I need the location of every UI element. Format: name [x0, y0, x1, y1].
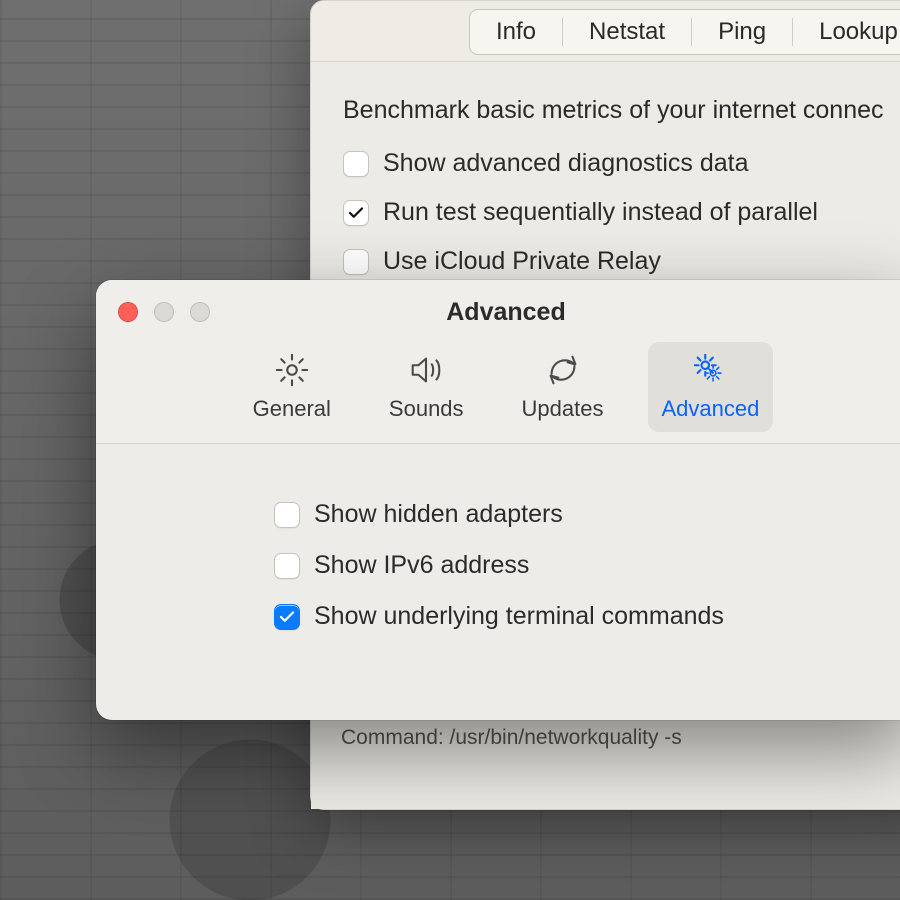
- option-ipv6-address[interactable]: Show IPv6 address: [274, 551, 900, 580]
- option-label: Show advanced diagnostics data: [383, 149, 749, 178]
- toolbar-general[interactable]: General: [239, 342, 345, 432]
- section-heading: Benchmark basic metrics of your internet…: [343, 96, 900, 125]
- speaker-icon: [406, 350, 446, 390]
- tab-ping[interactable]: Ping: [692, 10, 792, 54]
- checkbox[interactable]: [343, 249, 369, 275]
- refresh-icon: [543, 350, 583, 390]
- toolbar-label: General: [253, 396, 331, 422]
- option-hidden-adapters[interactable]: Show hidden adapters: [274, 500, 900, 529]
- checkbox[interactable]: [343, 200, 369, 226]
- tab-lookup[interactable]: Lookup: [793, 10, 900, 54]
- checkbox[interactable]: [343, 151, 369, 177]
- tab-bar: Info Netstat Ping Lookup: [469, 9, 900, 55]
- preferences-window: Advanced General Sounds Updates: [96, 280, 900, 720]
- gears-icon: [690, 350, 730, 390]
- option-label: Show underlying terminal commands: [314, 602, 724, 631]
- toolbar-advanced[interactable]: Advanced: [648, 342, 774, 432]
- option-label: Show IPv6 address: [314, 551, 529, 580]
- option-label: Run test sequentially instead of paralle…: [383, 198, 818, 227]
- toolbar-label: Updates: [522, 396, 604, 422]
- checkbox[interactable]: [274, 604, 300, 630]
- option-label: Use iCloud Private Relay: [383, 247, 661, 276]
- command-footer: Command: /usr/bin/networkquality -s: [341, 726, 900, 750]
- gear-icon: [272, 350, 312, 390]
- option-run-sequentially[interactable]: Run test sequentially instead of paralle…: [343, 198, 900, 227]
- toolbar-label: Sounds: [389, 396, 464, 422]
- checkbox[interactable]: [274, 553, 300, 579]
- option-label: Show hidden adapters: [314, 500, 563, 529]
- checkbox[interactable]: [274, 502, 300, 528]
- preferences-body: Show hidden adapters Show IPv6 address S…: [96, 444, 900, 631]
- option-terminal-commands[interactable]: Show underlying terminal commands: [274, 602, 900, 631]
- titlebar: Advanced General Sounds Updates: [96, 280, 900, 444]
- preferences-toolbar: General Sounds Updates: [96, 338, 900, 432]
- tab-netstat[interactable]: Netstat: [563, 10, 691, 54]
- toolbar-sounds[interactable]: Sounds: [375, 342, 478, 432]
- toolbar-label: Advanced: [662, 396, 760, 422]
- option-advanced-diagnostics[interactable]: Show advanced diagnostics data: [343, 149, 900, 178]
- tab-info[interactable]: Info: [470, 10, 562, 54]
- toolbar-updates[interactable]: Updates: [508, 342, 618, 432]
- option-icloud-relay[interactable]: Use iCloud Private Relay: [343, 247, 900, 276]
- window-title: Advanced: [96, 298, 900, 327]
